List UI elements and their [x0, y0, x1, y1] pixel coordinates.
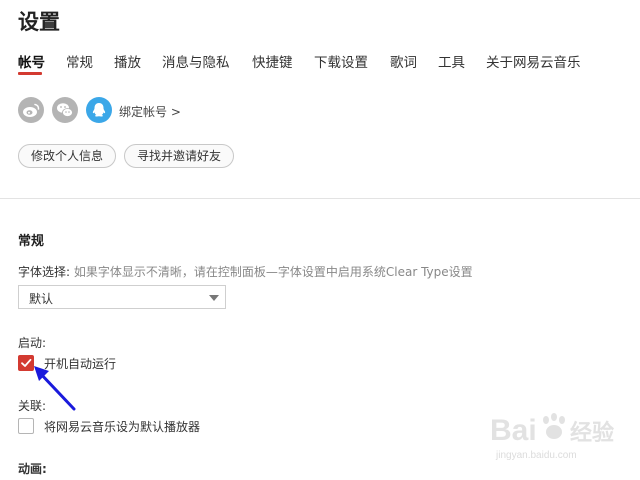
weibo-icon[interactable]	[18, 97, 44, 123]
font-label: 字体选择:	[18, 265, 71, 279]
tab-general[interactable]: 常规	[66, 51, 93, 71]
annotation-arrow-icon	[34, 366, 76, 411]
tab-messages-privacy[interactable]: 消息与隐私	[162, 51, 230, 71]
font-hint: 如果字体显示不清晰，请在控制面板—字体设置中启用系统Clear Type设置	[73, 265, 473, 279]
active-tab-indicator	[18, 72, 42, 75]
qq-icon[interactable]	[86, 97, 112, 123]
general-section-title: 常规	[18, 234, 45, 249]
startup-label: 启动:	[18, 336, 47, 350]
bind-account-link[interactable]: 绑定帐号 >	[119, 103, 181, 120]
default-player-label[interactable]: 将网易云音乐设为默认播放器	[44, 418, 200, 435]
font-setting-row: 字体选择: 如果字体显示不清晰，请在控制面板—字体设置中启用系统Clear Ty…	[18, 263, 473, 280]
page-title: 设置	[18, 10, 60, 34]
chevron-down-icon	[209, 295, 219, 301]
font-select-value: 默认	[29, 292, 54, 306]
watermark: Bai 经验 jingyan.baidu.com	[488, 404, 618, 470]
animation-label: 动画:	[18, 462, 47, 476]
edit-profile-button[interactable]: 修改个人信息	[18, 144, 116, 168]
svg-text:经验: 经验	[570, 420, 614, 445]
font-select[interactable]: 默认	[18, 285, 226, 309]
watermark-url: jingyan.baidu.com	[496, 450, 577, 461]
default-player-checkbox[interactable]	[18, 418, 34, 434]
section-divider	[0, 198, 640, 199]
invite-friends-button[interactable]: 寻找并邀请好友	[124, 144, 234, 168]
tab-download-settings[interactable]: 下载设置	[314, 51, 368, 71]
tab-lyrics[interactable]: 歌词	[390, 51, 417, 71]
tab-playback[interactable]: 播放	[114, 51, 141, 71]
baidu-paw-logo: Bai 经验	[490, 413, 614, 447]
tab-about[interactable]: 关于网易云音乐	[486, 51, 581, 71]
svg-text:Bai: Bai	[490, 414, 537, 447]
tab-account[interactable]: 帐号	[18, 51, 45, 71]
tab-tools[interactable]: 工具	[438, 51, 465, 71]
tab-hotkeys[interactable]: 快捷键	[252, 51, 293, 71]
wechat-icon[interactable]	[52, 97, 78, 123]
